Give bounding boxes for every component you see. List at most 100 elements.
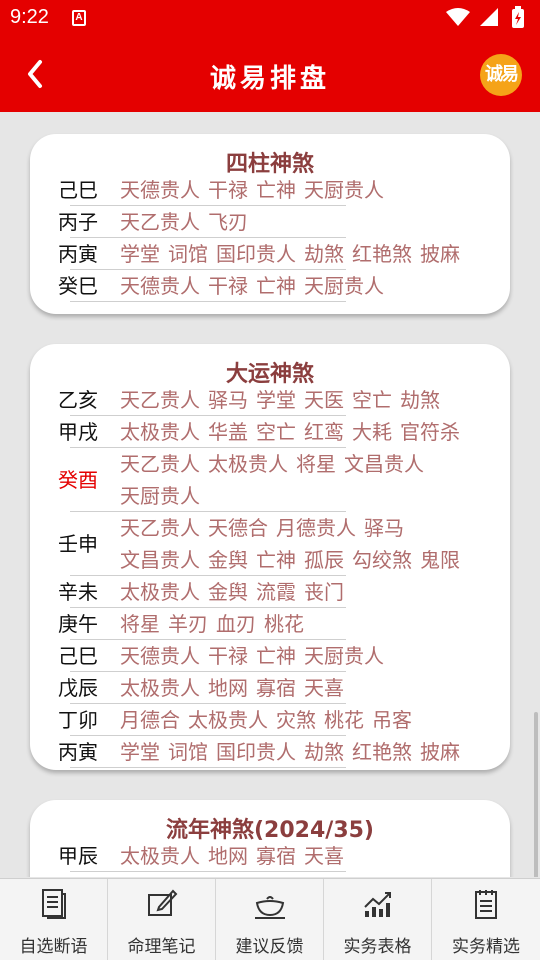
shensha-values: 天乙贵人 天德合 月德贵人 驿马 文昌贵人 金舆 亡神 孤辰 勾绞煞 鬼限 xyxy=(120,512,500,576)
shensha-card: 流年神煞(2024/35) 甲辰 太极贵人 地网 寡宿 天喜 xyxy=(30,800,510,877)
shensha-row: 庚午 将星 羊刃 血刃 桃花 xyxy=(30,608,510,640)
shensha-values: 天德贵人 干禄 亡神 天厨贵人 xyxy=(120,174,500,206)
nav-label: 建议反馈 xyxy=(235,937,304,957)
shensha-line: 天德贵人 干禄 亡神 天厨贵人 xyxy=(120,270,500,302)
shensha-item: 亡神 xyxy=(256,274,296,298)
notepad-icon xyxy=(475,890,497,919)
nav-item-tables[interactable]: 实务表格 xyxy=(324,879,432,960)
shensha-item: 学堂 xyxy=(120,242,160,266)
shensha-item: 地网 xyxy=(208,676,248,700)
shensha-item: 亡神 xyxy=(256,548,296,572)
shensha-item: 天厨贵人 xyxy=(120,484,200,508)
row-divider xyxy=(70,767,346,768)
shensha-item: 披麻 xyxy=(420,242,460,266)
shensha-line: 学堂 词馆 国印贵人 劫煞 红艳煞 披麻 xyxy=(120,736,500,768)
shensha-item: 吊客 xyxy=(372,708,412,732)
shensha-line: 太极贵人 地网 寡宿 天喜 xyxy=(120,840,500,872)
shensha-card: 大运神煞 乙亥 天乙贵人 驿马 学堂 天医 空亡 劫煞 甲戌 太极贵人 华盖 空亡 红鸾 大耗 官符杀 癸酉天… xyxy=(30,344,510,770)
nav-item-custom-judgment[interactable]: 自选断语 xyxy=(0,879,108,960)
shensha-item: 流霞 xyxy=(256,580,296,604)
shensha-row: 乙亥 天乙贵人 驿马 学堂 天医 空亡 劫煞 xyxy=(30,384,510,416)
shensha-line: 天乙贵人 飞刃 xyxy=(120,206,500,238)
shensha-row: 丙寅 学堂 词馆 国印贵人 劫煞 红艳煞 披麻 xyxy=(30,238,510,270)
shensha-values: 月德合 太极贵人 灾煞 桃花 吊客 xyxy=(120,704,500,736)
page-title: 诚易排盘 xyxy=(209,64,330,94)
shensha-values: 天乙贵人 驿马 学堂 天医 空亡 劫煞 xyxy=(120,384,500,416)
shensha-values: 太极贵人 华盖 空亡 红鸾 大耗 官符杀 xyxy=(120,416,500,448)
status-icons xyxy=(446,6,524,28)
shensha-item: 天医 xyxy=(304,388,344,412)
shensha-item: 劫煞 xyxy=(400,388,440,412)
ganzhi-label: 甲辰 xyxy=(58,844,98,868)
shensha-values: 太极贵人 金舆 流霞 丧门 xyxy=(120,576,500,608)
ganzhi-label: 丙子 xyxy=(58,210,98,234)
shensha-item: 太极贵人 xyxy=(120,580,200,604)
app-logo[interactable]: 诚易 xyxy=(480,54,522,96)
shensha-item: 天乙贵人 xyxy=(120,452,200,476)
shensha-item: 天德合 xyxy=(208,516,268,540)
shensha-item: 天厨贵人 xyxy=(304,644,384,668)
scrollbar[interactable] xyxy=(534,712,538,877)
shensha-item: 文昌贵人 xyxy=(344,452,424,476)
shensha-item: 血刃 xyxy=(216,612,256,636)
shensha-values: 学堂 词馆 国印贵人 劫煞 红艳煞 披麻 xyxy=(120,736,500,768)
nav-label: 实务精选 xyxy=(452,937,520,957)
shensha-item: 寡宿 xyxy=(256,844,296,868)
shensha-item: 天厨贵人 xyxy=(304,178,384,202)
content-area[interactable]: 四柱神煞 己巳 天德贵人 干禄 亡神 天厨贵人 丙子 天乙贵人 飞刃 丙寅 学堂 词馆 国印贵人 劫煞 红艳… xyxy=(0,112,540,877)
shensha-line: 将星 羊刃 血刃 桃花 xyxy=(120,608,500,640)
edit-note-icon xyxy=(148,889,178,916)
shensha-item: 词馆 xyxy=(168,242,208,266)
shensha-line: 天乙贵人 太极贵人 将星 文昌贵人 xyxy=(120,448,500,480)
shensha-item: 鬼限 xyxy=(420,548,460,572)
nav-item-feedback[interactable]: 建议反馈 xyxy=(216,879,324,960)
shensha-item: 大耗 xyxy=(352,420,392,444)
shensha-item: 天乙贵人 xyxy=(120,516,200,540)
shensha-item: 空亡 xyxy=(352,388,392,412)
shensha-item: 太极贵人 xyxy=(120,844,200,868)
ganzhi-label: 甲戌 xyxy=(58,420,98,444)
shensha-item: 驿马 xyxy=(208,388,248,412)
shensha-row: 甲辰 太极贵人 地网 寡宿 天喜 xyxy=(30,840,510,872)
shensha-row: 癸巳 天德贵人 干禄 亡神 天厨贵人 xyxy=(30,270,510,302)
shensha-line: 学堂 词馆 国印贵人 劫煞 红艳煞 披麻 xyxy=(120,238,500,270)
row-divider xyxy=(70,301,346,302)
nav-label: 命理笔记 xyxy=(127,937,196,957)
ganzhi-label: 辛未 xyxy=(58,580,98,604)
shensha-item: 干禄 xyxy=(208,274,248,298)
shensha-item: 驿马 xyxy=(364,516,404,540)
shensha-line: 太极贵人 华盖 空亡 红鸾 大耗 官符杀 xyxy=(120,416,500,448)
nav-item-selections[interactable]: 实务精选 xyxy=(432,879,540,960)
shensha-row: 己巳 天德贵人 干禄 亡神 天厨贵人 xyxy=(30,174,510,206)
shensha-values: 天乙贵人 太极贵人 将星 文昌贵人天厨贵人 xyxy=(120,448,500,512)
ganzhi-label: 癸酉 xyxy=(58,468,98,492)
shensha-item: 亡神 xyxy=(256,178,296,202)
ganzhi-label: 戊辰 xyxy=(58,676,98,700)
shensha-item: 将星 xyxy=(296,452,336,476)
nav-label: 自选断语 xyxy=(19,937,88,957)
shensha-item: 金舆 xyxy=(208,580,248,604)
shensha-values: 天德贵人 干禄 亡神 天厨贵人 xyxy=(120,270,500,302)
ganzhi-label: 丙寅 xyxy=(58,242,98,266)
wifi-icon xyxy=(446,8,470,26)
shensha-item: 太极贵人 xyxy=(120,420,200,444)
shensha-row: 壬申 天乙贵人 天德合 月德贵人 驿马 文昌贵人 金舆 亡神 孤辰 勾绞煞 鬼限 xyxy=(30,512,510,576)
ganzhi-label: 己巳 xyxy=(58,644,98,668)
shensha-item: 天喜 xyxy=(304,676,344,700)
shensha-row: 丙寅 学堂 词馆 国印贵人 劫煞 红艳煞 披麻 xyxy=(30,736,510,768)
shensha-item: 天喜 xyxy=(304,844,344,868)
shensha-row: 甲戌 太极贵人 华盖 空亡 红鸾 大耗 官符杀 xyxy=(30,416,510,448)
shensha-line: 天乙贵人 驿马 学堂 天医 空亡 劫煞 xyxy=(120,384,500,416)
shensha-item: 金舆 xyxy=(208,548,248,572)
shensha-item: 桃花 xyxy=(324,708,364,732)
shensha-values: 太极贵人 地网 寡宿 天喜 xyxy=(120,672,500,704)
shensha-item: 孤辰 xyxy=(304,548,344,572)
chart-trend-icon xyxy=(364,892,391,917)
shensha-item: 红鸾 xyxy=(304,420,344,444)
shensha-item: 天乙贵人 xyxy=(120,388,200,412)
battery-icon xyxy=(512,6,524,28)
shensha-item: 太极贵人 xyxy=(188,708,268,732)
shensha-card: 四柱神煞 己巳 天德贵人 干禄 亡神 天厨贵人 丙子 天乙贵人 飞刃 丙寅 学堂 词馆 国印贵人 劫煞 红艳… xyxy=(30,134,510,314)
shensha-values: 天德贵人 干禄 亡神 天厨贵人 xyxy=(120,640,500,672)
nav-item-notes[interactable]: 命理笔记 xyxy=(108,879,216,960)
